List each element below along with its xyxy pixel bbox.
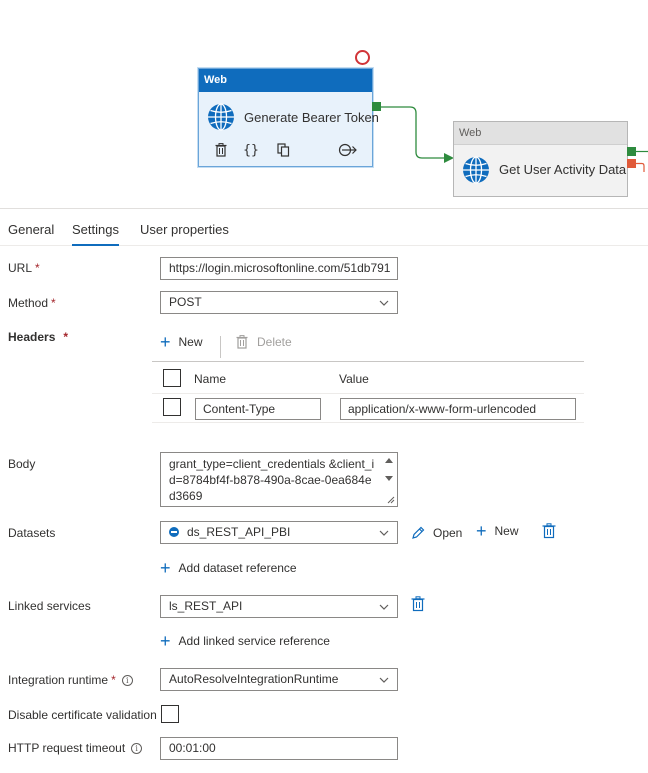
copy-activity-icon[interactable] [275, 142, 291, 158]
delete-dataset-icon[interactable] [542, 523, 556, 539]
dataset-value: ds_REST_API_PBI [187, 525, 291, 539]
activity-name: Generate Bearer Token [244, 110, 379, 125]
table-divider [152, 393, 584, 394]
tab-user-properties[interactable]: User properties [140, 222, 229, 246]
chevron-down-icon [379, 677, 389, 683]
toolbar-separator [220, 336, 221, 358]
plus-icon: + [160, 332, 171, 352]
body-label: Body [8, 457, 36, 471]
headers-toolbar: + New Delete [152, 332, 584, 362]
activity-type-label: Web [199, 69, 372, 92]
activity-get-user-activity-data[interactable]: Web Get User Activity Data [453, 121, 628, 197]
outgoing-connector [636, 150, 648, 172]
plus-icon: + [160, 631, 171, 651]
integration-runtime-label: Integration runtime * i [8, 673, 133, 687]
headers-label: Headers * [8, 330, 69, 344]
datasets-label: Datasets [8, 526, 56, 540]
activity-type-label: Web [454, 122, 627, 145]
method-value: POST [169, 295, 202, 309]
add-linked-service-reference-button[interactable]: + Add linked service reference [160, 631, 330, 651]
disable-cert-validation-label: Disable certificate validation [8, 708, 157, 722]
resize-grip-icon[interactable] [387, 496, 395, 504]
plus-icon: + [160, 558, 171, 578]
dataset-icon [169, 527, 179, 537]
web-globe-icon [208, 103, 234, 131]
http-request-timeout-input[interactable]: 00:01:00 [160, 737, 398, 760]
integration-runtime-select[interactable]: AutoResolveIntegrationRuntime [160, 668, 398, 691]
dataset-select[interactable]: ds_REST_API_PBI [160, 521, 398, 544]
pencil-icon [412, 526, 425, 539]
linked-services-label: Linked services [8, 599, 91, 613]
open-dataset-button[interactable]: Open [411, 526, 462, 540]
table-divider [152, 422, 584, 423]
body-value: grant_type=client_credentials &client_id… [169, 457, 375, 503]
scroll-up-icon[interactable] [385, 458, 393, 463]
method-select[interactable]: POST [160, 291, 398, 314]
chevron-down-icon [379, 300, 389, 306]
web-globe-icon [463, 156, 489, 184]
tab-settings[interactable]: Settings [72, 222, 119, 246]
success-output-port[interactable] [372, 102, 381, 111]
chevron-down-icon [379, 530, 389, 536]
header-name-input[interactable]: Content-Type [195, 398, 321, 420]
activity-generate-bearer-token[interactable]: Web Generate Bearer Token {} [198, 68, 379, 167]
new-header-button[interactable]: + New [160, 332, 203, 352]
info-icon[interactable]: i [121, 675, 133, 686]
new-dataset-button[interactable]: + New [476, 521, 519, 541]
trash-icon [236, 335, 248, 349]
delete-activity-icon[interactable] [213, 142, 229, 158]
header-value-input[interactable]: application/x-www-form-urlencoded [340, 398, 576, 420]
column-header-name: Name [194, 372, 227, 386]
header-row-checkbox[interactable] [163, 398, 181, 416]
scroll-down-icon[interactable] [385, 476, 393, 481]
canvas-divider [0, 208, 648, 209]
linked-service-value: ls_REST_API [169, 599, 243, 613]
code-braces-icon[interactable]: {} [243, 142, 259, 158]
add-dataset-reference-button[interactable]: + Add dataset reference [160, 558, 297, 578]
body-textarea[interactable]: grant_type=client_credentials &client_id… [160, 452, 398, 507]
integration-runtime-value: AutoResolveIntegrationRuntime [169, 672, 339, 686]
add-output-arrow-icon[interactable] [338, 142, 358, 158]
delete-header-button[interactable]: Delete [236, 335, 292, 349]
delete-linked-service-icon[interactable] [411, 596, 425, 612]
linked-service-select[interactable]: ls_REST_API [160, 595, 398, 618]
chevron-down-icon [379, 604, 389, 610]
column-header-value: Value [339, 372, 369, 386]
pipeline-canvas[interactable]: Web Generate Bearer Token {} Web Get Use… [0, 0, 648, 208]
info-icon[interactable]: i [131, 743, 143, 754]
method-label: Method * [8, 296, 56, 310]
plus-icon: + [476, 521, 487, 541]
select-all-headers-checkbox[interactable] [163, 369, 181, 387]
activity-name: Get User Activity Data [499, 162, 627, 177]
properties-tabs: General Settings User properties [0, 214, 648, 246]
tab-general[interactable]: General [8, 222, 54, 246]
http-request-timeout-label: HTTP request timeout i [8, 741, 143, 755]
url-label: URL * [8, 261, 40, 275]
url-input[interactable]: https://login.microsoftonline.com/51db79… [160, 257, 398, 280]
disable-cert-validation-checkbox[interactable] [161, 705, 179, 723]
